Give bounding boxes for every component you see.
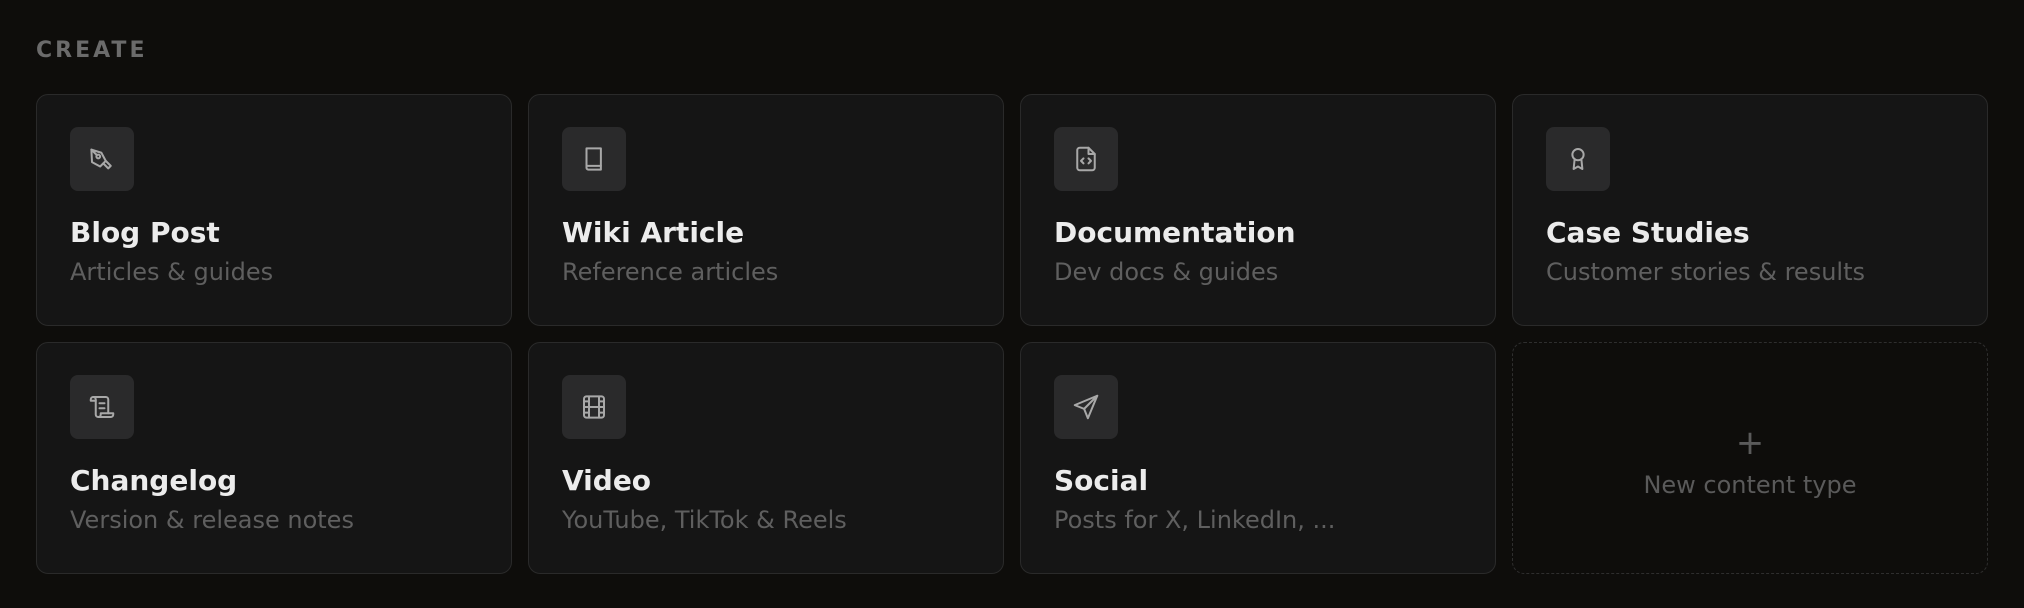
card-description: Articles & guides <box>70 258 274 286</box>
card-title: Case Studies <box>1546 216 1750 249</box>
card-description: Customer stories & results <box>1546 258 1865 286</box>
new-content-type-button[interactable]: + New content type <box>1512 342 1988 574</box>
card-title: Documentation <box>1054 216 1296 249</box>
plus-icon: + <box>1735 423 1765 463</box>
card-title: Changelog <box>70 464 238 497</box>
scroll-icon <box>70 375 134 439</box>
create-section: CREATE Blog Post Articles & guides Wiki … <box>0 0 2024 608</box>
award-icon <box>1546 127 1610 191</box>
card-description: Version & release notes <box>70 506 354 534</box>
new-content-type-label: New content type <box>1643 471 1857 499</box>
content-type-grid: Blog Post Articles & guides Wiki Article… <box>36 94 1988 574</box>
film-icon <box>562 375 626 439</box>
card-wiki-article[interactable]: Wiki Article Reference articles <box>528 94 1004 326</box>
file-code-icon <box>1054 127 1118 191</box>
card-title: Wiki Article <box>562 216 745 249</box>
card-title: Video <box>562 464 652 497</box>
card-description: Dev docs & guides <box>1054 258 1279 286</box>
card-blog-post[interactable]: Blog Post Articles & guides <box>36 94 512 326</box>
card-changelog[interactable]: Changelog Version & release notes <box>36 342 512 574</box>
section-title: CREATE <box>36 38 148 63</box>
card-description: Reference articles <box>562 258 779 286</box>
card-title: Blog Post <box>70 216 220 249</box>
card-description: YouTube, TikTok & Reels <box>562 506 847 534</box>
pen-nib-icon <box>70 127 134 191</box>
card-video[interactable]: Video YouTube, TikTok & Reels <box>528 342 1004 574</box>
card-description: Posts for X, LinkedIn, ... <box>1054 506 1336 534</box>
card-case-studies[interactable]: Case Studies Customer stories & results <box>1512 94 1988 326</box>
card-social[interactable]: Social Posts for X, LinkedIn, ... <box>1020 342 1496 574</box>
card-title: Social <box>1054 464 1149 497</box>
book-icon <box>562 127 626 191</box>
card-documentation[interactable]: Documentation Dev docs & guides <box>1020 94 1496 326</box>
send-icon <box>1054 375 1118 439</box>
